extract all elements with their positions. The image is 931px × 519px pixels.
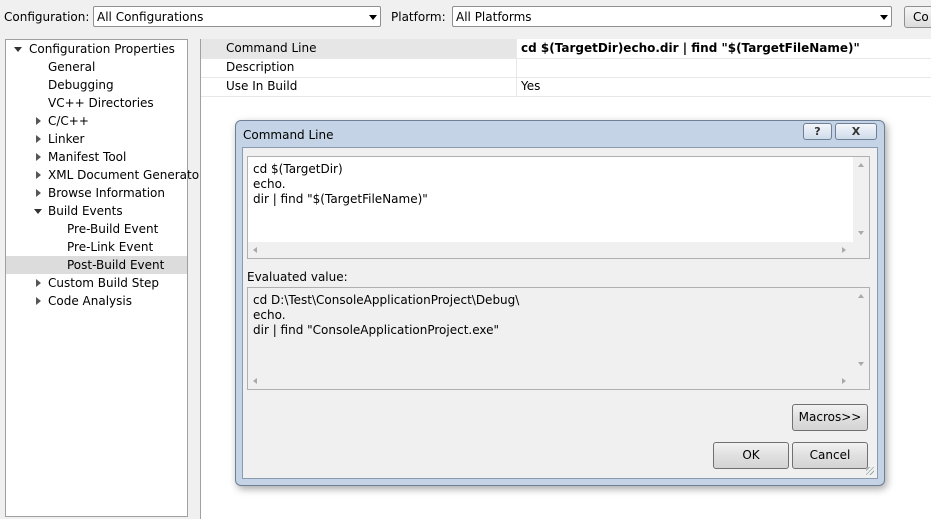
cancel-button[interactable]: Cancel — [792, 442, 868, 469]
command-line-dialog: Command Line ? X cd $(TargetDir) echo. d… — [235, 120, 885, 486]
horizontal-scrollbar[interactable] — [248, 373, 869, 389]
expanded-arrow-icon[interactable] — [14, 47, 22, 52]
evaluated-value-label: Evaluated value: — [247, 270, 348, 284]
collapsed-arrow-icon[interactable] — [36, 189, 41, 197]
tree-item-pre-link-event[interactable]: Pre-Link Event — [6, 238, 187, 256]
scroll-left-icon[interactable] — [253, 247, 257, 253]
dialog-body: cd $(TargetDir) echo. dir | find "$(Targ… — [242, 147, 878, 479]
property-name: Command Line — [201, 39, 517, 58]
configuration-manager-button[interactable]: Co — [904, 6, 931, 28]
platform-value: All Platforms — [456, 10, 532, 24]
scroll-down-icon[interactable] — [858, 362, 864, 366]
macros-button[interactable]: Macros>> — [792, 404, 868, 431]
command-textarea[interactable]: cd $(TargetDir) echo. dir | find "$(Targ… — [247, 156, 870, 259]
scroll-down-icon[interactable] — [858, 231, 864, 235]
property-name: Use In Build — [201, 77, 517, 96]
expanded-arrow-icon[interactable] — [34, 209, 42, 214]
tree-item-pre-build-event[interactable]: Pre-Build Event — [6, 220, 187, 238]
collapsed-arrow-icon[interactable] — [36, 171, 41, 179]
property-name: Description — [201, 58, 517, 77]
ok-button[interactable]: OK — [713, 442, 789, 469]
chevron-down-icon — [880, 15, 888, 20]
property-row-command-line[interactable]: Command Line cd $(TargetDir)echo.dir | f… — [201, 39, 931, 59]
tree-item-custom-build-step[interactable]: Custom Build Step — [6, 274, 187, 292]
collapsed-arrow-icon[interactable] — [36, 297, 41, 305]
tree-item-code-analysis[interactable]: Code Analysis — [6, 292, 187, 310]
scroll-left-icon[interactable] — [253, 378, 257, 384]
vertical-scrollbar[interactable] — [853, 157, 869, 242]
tree-item-browse-information[interactable]: Browse Information — [6, 184, 187, 202]
tree-item-c-cpp[interactable]: C/C++ — [6, 112, 187, 130]
configuration-label: Configuration: — [4, 10, 90, 24]
collapsed-arrow-icon[interactable] — [36, 279, 41, 287]
tree-item-configuration-properties[interactable]: Configuration Properties — [6, 40, 187, 58]
tree-item-build-events[interactable]: Build Events — [6, 202, 187, 220]
horizontal-scrollbar[interactable] — [248, 242, 869, 258]
platform-dropdown[interactable]: All Platforms — [452, 6, 892, 27]
chevron-down-icon — [369, 15, 377, 20]
property-row-description[interactable]: Description — [201, 58, 931, 78]
property-value[interactable]: Yes — [519, 77, 540, 96]
collapsed-arrow-icon[interactable] — [36, 153, 41, 161]
scroll-up-icon[interactable] — [858, 163, 864, 167]
tree-item-general[interactable]: General — [6, 58, 187, 76]
scroll-right-icon[interactable] — [842, 378, 846, 384]
evaluated-text: cd D:\Test\ConsoleApplicationProject\Deb… — [253, 293, 520, 337]
dialog-title: Command Line — [243, 128, 334, 142]
tree-item-xml-document-generator[interactable]: XML Document Generator — [6, 166, 204, 184]
scroll-right-icon[interactable] — [842, 247, 846, 253]
vertical-scrollbar[interactable] — [853, 288, 869, 373]
property-tree: Configuration Properties General Debuggi… — [5, 39, 204, 517]
close-button[interactable]: X — [835, 123, 877, 140]
resize-grip-icon[interactable] — [866, 467, 874, 475]
property-value[interactable]: cd $(TargetDir)echo.dir | find "$(Target… — [519, 39, 860, 58]
scroll-up-icon[interactable] — [858, 294, 864, 298]
configuration-value: All Configurations — [97, 10, 204, 24]
property-row-use-in-build[interactable]: Use In Build Yes — [201, 77, 931, 97]
collapsed-arrow-icon[interactable] — [36, 117, 41, 125]
platform-label: Platform: — [391, 10, 446, 24]
tree-item-debugging[interactable]: Debugging — [6, 76, 187, 94]
collapsed-arrow-icon[interactable] — [36, 135, 41, 143]
command-text: cd $(TargetDir) echo. dir | find "$(Targ… — [253, 162, 428, 206]
tree-item-linker[interactable]: Linker — [6, 130, 187, 148]
evaluated-textarea: cd D:\Test\ConsoleApplicationProject\Deb… — [247, 287, 870, 390]
tree-item-post-build-event[interactable]: Post-Build Event — [6, 256, 187, 274]
property-value[interactable] — [519, 58, 521, 77]
tree-item-vc-directories[interactable]: VC++ Directories — [6, 94, 187, 112]
tree-item-manifest-tool[interactable]: Manifest Tool — [6, 148, 187, 166]
help-button[interactable]: ? — [803, 123, 832, 140]
configuration-dropdown[interactable]: All Configurations — [93, 6, 381, 27]
